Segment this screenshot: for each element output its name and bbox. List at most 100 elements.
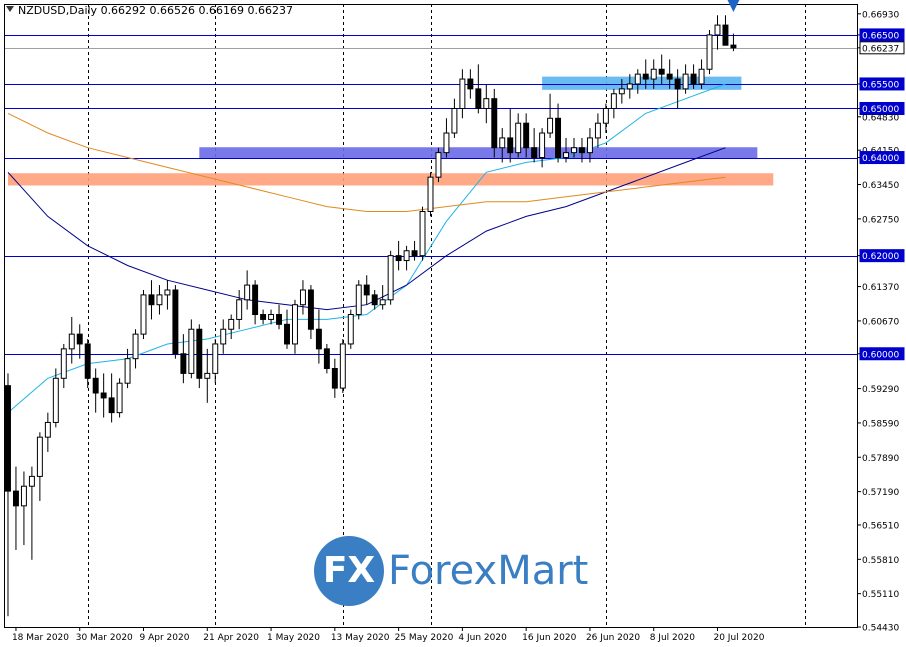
bull-candle-body bbox=[292, 304, 298, 345]
candle bbox=[403, 245, 410, 271]
time-tick-label: 9 Apr 2020 bbox=[140, 633, 190, 643]
logo-mark: FX bbox=[322, 550, 376, 591]
price-tick-label: 0.66930 bbox=[862, 10, 899, 20]
candle bbox=[236, 289, 243, 330]
candle bbox=[451, 98, 458, 138]
candle bbox=[299, 280, 306, 315]
bear-candle-body bbox=[307, 289, 314, 330]
bear-candle-body bbox=[523, 122, 530, 149]
bear-candle-body bbox=[531, 147, 538, 159]
time-tick-label: 4 Jun 2020 bbox=[458, 633, 507, 643]
bull-candle-body bbox=[706, 34, 713, 70]
bull-candle-body bbox=[547, 117, 554, 134]
bear-candle-body bbox=[100, 392, 107, 399]
bear-candle-body bbox=[674, 78, 681, 90]
bull-candle-body bbox=[204, 372, 211, 379]
bear-candle-body bbox=[196, 328, 203, 379]
candle bbox=[387, 250, 394, 305]
logo-circle-icon: FX bbox=[314, 536, 384, 606]
candle bbox=[60, 343, 67, 389]
candlesticks bbox=[5, 15, 737, 617]
candle bbox=[188, 319, 195, 379]
price-tick-label: 0.64000 bbox=[862, 154, 899, 164]
bull-candle-body bbox=[435, 152, 442, 178]
bull-candle-body bbox=[634, 73, 641, 85]
candle bbox=[12, 466, 19, 550]
bull-candle-body bbox=[610, 93, 617, 109]
candle bbox=[411, 240, 418, 261]
bull-candle-body bbox=[539, 132, 546, 159]
bull-candle-body bbox=[403, 250, 410, 262]
support-zone-0.641 bbox=[199, 147, 758, 160]
bear-candle-body bbox=[252, 284, 259, 316]
bull-candle-body bbox=[682, 73, 689, 90]
sell-arrow-marker bbox=[727, 0, 740, 12]
bear-candle-body bbox=[642, 73, 649, 80]
bull-candle-body bbox=[618, 88, 625, 95]
candle bbox=[68, 316, 75, 364]
candle bbox=[347, 309, 354, 349]
sell-down-arrow-icon bbox=[727, 0, 740, 12]
bull-candle-body bbox=[140, 294, 147, 335]
price-tick-label: 0.60000 bbox=[862, 350, 899, 360]
collapse-triangle-icon[interactable] bbox=[6, 6, 14, 12]
time-tick-label: 25 May 2020 bbox=[395, 633, 454, 643]
bull-candle-body bbox=[427, 176, 434, 213]
bear-candle-body bbox=[467, 78, 474, 90]
candle bbox=[196, 324, 203, 389]
time-tick-label: 16 Jun 2020 bbox=[522, 633, 576, 643]
price-tick-label: 0.64830 bbox=[862, 113, 899, 123]
bull-candle-body bbox=[228, 318, 235, 330]
bull-candle-body bbox=[244, 284, 251, 301]
bull-candle-body bbox=[236, 299, 243, 320]
candle bbox=[435, 147, 442, 183]
resistance-zone-0.656 bbox=[542, 76, 742, 90]
bull-candle-body bbox=[36, 436, 43, 477]
moving-average-line bbox=[7, 83, 726, 413]
candle bbox=[331, 358, 338, 398]
bear-candle-body bbox=[315, 328, 322, 350]
candle bbox=[443, 118, 450, 158]
price-tick-label: 0.57190 bbox=[862, 488, 899, 498]
candle bbox=[682, 64, 689, 94]
candle bbox=[555, 103, 562, 163]
candle bbox=[363, 275, 370, 305]
time-tick-label: 13 May 2020 bbox=[331, 633, 390, 643]
bull-candle-body bbox=[220, 328, 227, 345]
price-tick-label: 0.62000 bbox=[862, 252, 899, 262]
candle bbox=[483, 83, 490, 124]
price-tick-label: 0.66237 bbox=[862, 44, 899, 54]
forexmart-logo: FX ForexMart bbox=[314, 536, 614, 608]
candle bbox=[427, 172, 434, 217]
bull-candle-body bbox=[44, 421, 51, 438]
price-tick-label: 0.60670 bbox=[862, 317, 899, 327]
bear-candle-body bbox=[730, 44, 737, 49]
price-tick-label: 0.62750 bbox=[862, 215, 899, 225]
candle bbox=[108, 373, 115, 423]
bear-candle-body bbox=[578, 147, 585, 154]
bull-candle-body bbox=[602, 107, 609, 124]
bull-candle-body bbox=[20, 485, 27, 507]
bull-candle-body bbox=[188, 328, 195, 374]
bull-candle-body bbox=[419, 211, 426, 257]
bull-candle-body bbox=[116, 382, 123, 414]
bull-candle-body bbox=[379, 299, 386, 306]
candle bbox=[355, 280, 362, 320]
bull-candle-body bbox=[387, 255, 394, 301]
bear-candle-body bbox=[5, 385, 11, 492]
bull-candle-body bbox=[28, 475, 35, 487]
candle bbox=[228, 314, 235, 340]
candle bbox=[698, 59, 705, 89]
bear-candle-body bbox=[172, 289, 179, 355]
candle bbox=[539, 128, 546, 168]
bull-candle-body bbox=[459, 78, 466, 109]
candle bbox=[307, 285, 314, 340]
candle bbox=[276, 304, 283, 330]
bear-candle-body bbox=[323, 348, 330, 369]
candle bbox=[371, 289, 378, 310]
bull-candle-body bbox=[499, 137, 506, 149]
candle bbox=[634, 69, 641, 94]
candle bbox=[140, 289, 147, 340]
candle bbox=[52, 368, 59, 428]
bull-candle-body bbox=[299, 289, 306, 306]
